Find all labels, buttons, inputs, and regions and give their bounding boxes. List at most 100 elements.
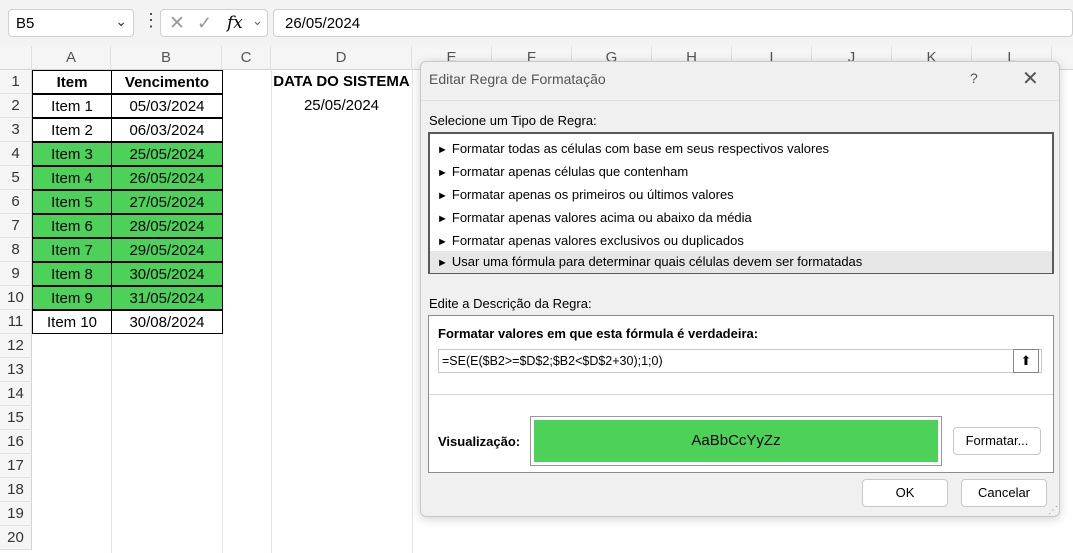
row-header[interactable]: 10	[0, 286, 32, 310]
column-header-b[interactable]: B	[111, 46, 222, 70]
row-header[interactable]: 12	[0, 334, 32, 358]
formula-actions: ✕ ✓ fx ⌄	[160, 9, 268, 37]
cancel-x-icon[interactable]: ✕	[169, 12, 185, 35]
help-icon[interactable]: ?	[970, 70, 978, 86]
format-button[interactable]: Formatar...	[953, 427, 1041, 455]
system-date-value[interactable]: 25/05/2024	[271, 94, 412, 118]
name-box-value: B5	[16, 15, 35, 32]
table-cell-date[interactable]: 28/05/2024	[111, 214, 223, 238]
table-cell-item[interactable]: Item 8	[32, 262, 112, 286]
table-cell-date[interactable]: 06/03/2024	[111, 118, 223, 142]
close-icon[interactable]: ✕	[1022, 66, 1039, 91]
confirm-check-icon[interactable]: ✓	[197, 13, 212, 34]
rule-type-item[interactable]: ► Formatar apenas valores acima ou abaixo…	[437, 207, 1049, 229]
cancel-button[interactable]: Cancelar	[961, 479, 1047, 507]
arrow-right-icon: ►	[437, 236, 448, 248]
column-header-a[interactable]: A	[32, 46, 111, 70]
table-cell-date[interactable]: 29/05/2024	[111, 238, 223, 262]
table-cell-date[interactable]: 26/05/2024	[111, 166, 223, 190]
row-header[interactable]: 3	[0, 118, 32, 142]
row-header[interactable]: 9	[0, 262, 32, 286]
arrow-up-icon: ⬆	[1020, 353, 1032, 368]
arrow-right-icon: ►	[437, 213, 448, 225]
header-vencimento[interactable]: Vencimento	[111, 70, 223, 94]
row-header[interactable]: 16	[0, 430, 32, 454]
table-cell-item[interactable]: Item 9	[32, 286, 112, 310]
table-cell-date[interactable]: 25/05/2024	[111, 142, 223, 166]
rule-type-item[interactable]: ► Formatar apenas células que contenham	[437, 161, 1049, 183]
row-header[interactable]: 17	[0, 454, 32, 478]
row-header[interactable]: 6	[0, 190, 32, 214]
dialog-title: Editar Regra de Formatação	[429, 71, 606, 87]
row-header[interactable]: 19	[0, 502, 32, 526]
rule-type-item[interactable]: ► Formatar todas as células com base em s…	[437, 138, 1049, 160]
rule-type-label: Formatar apenas valores acima ou abaixo …	[451, 210, 752, 225]
edit-description-label: Edite a Descrição da Regra:	[429, 296, 592, 311]
formula-field[interactable]: =SE(E($B2>=$D$2;$B2<$D$2+30);1;0)	[438, 349, 1042, 373]
rule-type-item[interactable]: ► Formatar apenas valores exclusivos ou d…	[437, 230, 1049, 252]
table-cell-item[interactable]: Item 7	[32, 238, 112, 262]
header-item[interactable]: Item	[32, 70, 112, 94]
row-header[interactable]: 18	[0, 478, 32, 502]
chevron-down-icon[interactable]: ⌄	[115, 13, 127, 30]
row-header[interactable]: 15	[0, 406, 32, 430]
formula-value: 26/05/2024	[285, 15, 361, 32]
row-header[interactable]: 1	[0, 70, 32, 94]
preview-label: Visualização:	[438, 434, 521, 449]
system-date-label[interactable]: DATA DO SISTEMA	[271, 70, 412, 94]
row-header[interactable]: 13	[0, 358, 32, 382]
rule-type-label: Formatar todas as células com base em se…	[451, 141, 830, 156]
table-cell-item[interactable]: Item 5	[32, 190, 112, 214]
function-fx-icon[interactable]: fx	[227, 13, 243, 33]
row-header[interactable]: 8	[0, 238, 32, 262]
rule-type-label: Formatar apenas células que contenham	[451, 164, 689, 179]
table-cell-item[interactable]: Item 3	[32, 142, 112, 166]
divider	[421, 100, 1059, 101]
gridline	[412, 70, 413, 553]
rule-type-list[interactable]: ► Formatar todas as células com base em s…	[428, 132, 1054, 274]
row-header[interactable]: 11	[0, 310, 32, 334]
formula-input[interactable]: 26/05/2024	[273, 9, 1073, 37]
more-options-icon[interactable]: ⋮	[142, 10, 160, 31]
row-header[interactable]: 5	[0, 166, 32, 190]
formula-title: Formatar valores em que esta fórmula é v…	[438, 326, 759, 341]
select-all-corner[interactable]	[0, 46, 32, 70]
row-header[interactable]: 20	[0, 526, 32, 550]
rule-type-item-selected[interactable]: ► Usar uma fórmula para determinar quais …	[430, 251, 1052, 273]
format-preview: AaBbCcYyZz	[530, 416, 942, 466]
table-cell-item[interactable]: Item 6	[32, 214, 112, 238]
formula-bar: B5 ⌄ ⋮ ✕ ✓ fx ⌄ 26/05/2024	[0, 0, 1073, 46]
gridline	[271, 70, 272, 553]
row-header[interactable]: 4	[0, 142, 32, 166]
table-cell-item[interactable]: Item 10	[32, 310, 112, 334]
rule-type-label: Formatar apenas os primeiros ou últimos …	[451, 187, 734, 202]
resize-grip-icon[interactable]: ⋰	[1048, 505, 1058, 516]
name-box[interactable]: B5 ⌄	[8, 9, 134, 37]
table-cell-date[interactable]: 30/05/2024	[111, 262, 223, 286]
table-cell-item[interactable]: Item 1	[32, 94, 112, 118]
arrow-right-icon: ►	[437, 167, 448, 179]
arrow-right-icon: ►	[437, 190, 448, 202]
table-cell-date[interactable]: 05/03/2024	[111, 94, 223, 118]
table-cell-date[interactable]: 27/05/2024	[111, 190, 223, 214]
rule-type-label: Usar uma fórmula para determinar quais c…	[451, 254, 863, 269]
row-header[interactable]: 14	[0, 382, 32, 406]
table-cell-item[interactable]: Item 4	[32, 166, 112, 190]
edit-formatting-rule-dialog: Editar Regra de Formatação ? ✕ Selecione…	[420, 61, 1060, 517]
chevron-down-icon[interactable]: ⌄	[252, 13, 263, 29]
column-header-c[interactable]: C	[222, 46, 271, 70]
collapse-dialog-button[interactable]: ⬆	[1013, 349, 1039, 373]
table-cell-item[interactable]: Item 2	[32, 118, 112, 142]
rule-type-item[interactable]: ► Formatar apenas os primeiros ou últimos…	[437, 184, 1049, 206]
rule-type-label: Formatar apenas valores exclusivos ou du…	[451, 233, 744, 248]
row-header[interactable]: 2	[0, 94, 32, 118]
table-cell-date[interactable]: 30/08/2024	[111, 310, 223, 334]
table-cell-date[interactable]: 31/05/2024	[111, 286, 223, 310]
formula-field-value: =SE(E($B2>=$D$2;$B2<$D$2+30);1;0)	[442, 354, 663, 368]
arrow-right-icon: ►	[437, 257, 448, 269]
ok-button[interactable]: OK	[862, 479, 948, 507]
column-header-d[interactable]: D	[271, 46, 412, 70]
row-header[interactable]: 7	[0, 214, 32, 238]
select-rule-type-label: Selecione um Tipo de Regra:	[429, 113, 597, 128]
rule-description-panel: Formatar valores em que esta fórmula é v…	[428, 315, 1054, 473]
